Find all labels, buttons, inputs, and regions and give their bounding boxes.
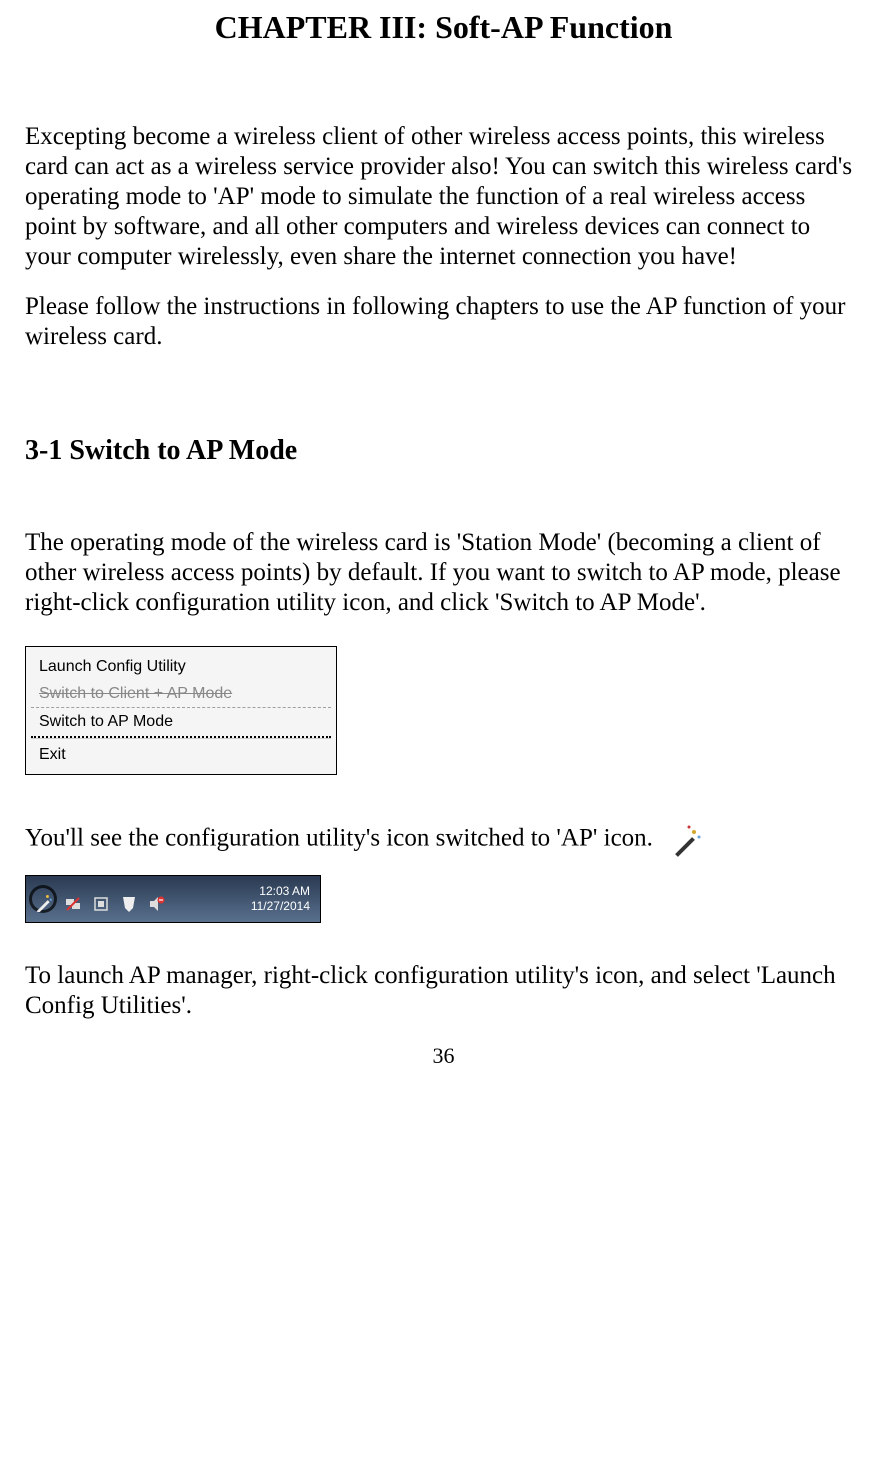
context-menu-figure: Launch Config Utility Switch to Client +… bbox=[25, 646, 337, 775]
tray-icons bbox=[32, 888, 166, 910]
section-paragraph-2-line: You'll see the configuration utility's i… bbox=[25, 823, 862, 857]
chapter-title: CHAPTER III: Soft-AP Function bbox=[25, 8, 862, 46]
device-icon[interactable] bbox=[92, 890, 110, 908]
page-number: 36 bbox=[25, 1043, 862, 1069]
system-tray-figure: 12:03 AM 11/27/2014 bbox=[25, 875, 321, 923]
section-paragraph-1: The operating mode of the wireless card … bbox=[25, 528, 862, 618]
intro-paragraph-2: Please follow the instructions in follow… bbox=[25, 292, 862, 352]
ap-wand-icon[interactable] bbox=[32, 888, 54, 910]
tray-date: 11/27/2014 bbox=[251, 899, 310, 913]
section-paragraph-2: You'll see the configuration utility's i… bbox=[25, 824, 653, 851]
menu-item-switch-ap-mode[interactable]: Switch to AP Mode bbox=[31, 708, 331, 735]
network-disconnected-icon[interactable] bbox=[64, 890, 82, 908]
tray-time: 12:03 AM bbox=[251, 884, 310, 898]
menu-item-exit[interactable]: Exit bbox=[31, 741, 331, 768]
menu-separator bbox=[31, 738, 331, 739]
menu-item-switch-client-ap-mode: Switch to Client + AP Mode bbox=[31, 680, 331, 708]
section-title: 3-1 Switch to AP Mode bbox=[25, 434, 862, 468]
action-center-icon[interactable] bbox=[120, 890, 138, 908]
volume-muted-icon[interactable] bbox=[148, 890, 166, 908]
section-paragraph-3: To launch AP manager, right-click config… bbox=[25, 961, 862, 1021]
ap-wand-icon bbox=[669, 823, 703, 857]
tray-clock[interactable]: 12:03 AM 11/27/2014 bbox=[251, 884, 314, 913]
intro-paragraph-1: Excepting become a wireless client of ot… bbox=[25, 122, 862, 272]
menu-item-launch-config-utility[interactable]: Launch Config Utility bbox=[31, 653, 331, 680]
